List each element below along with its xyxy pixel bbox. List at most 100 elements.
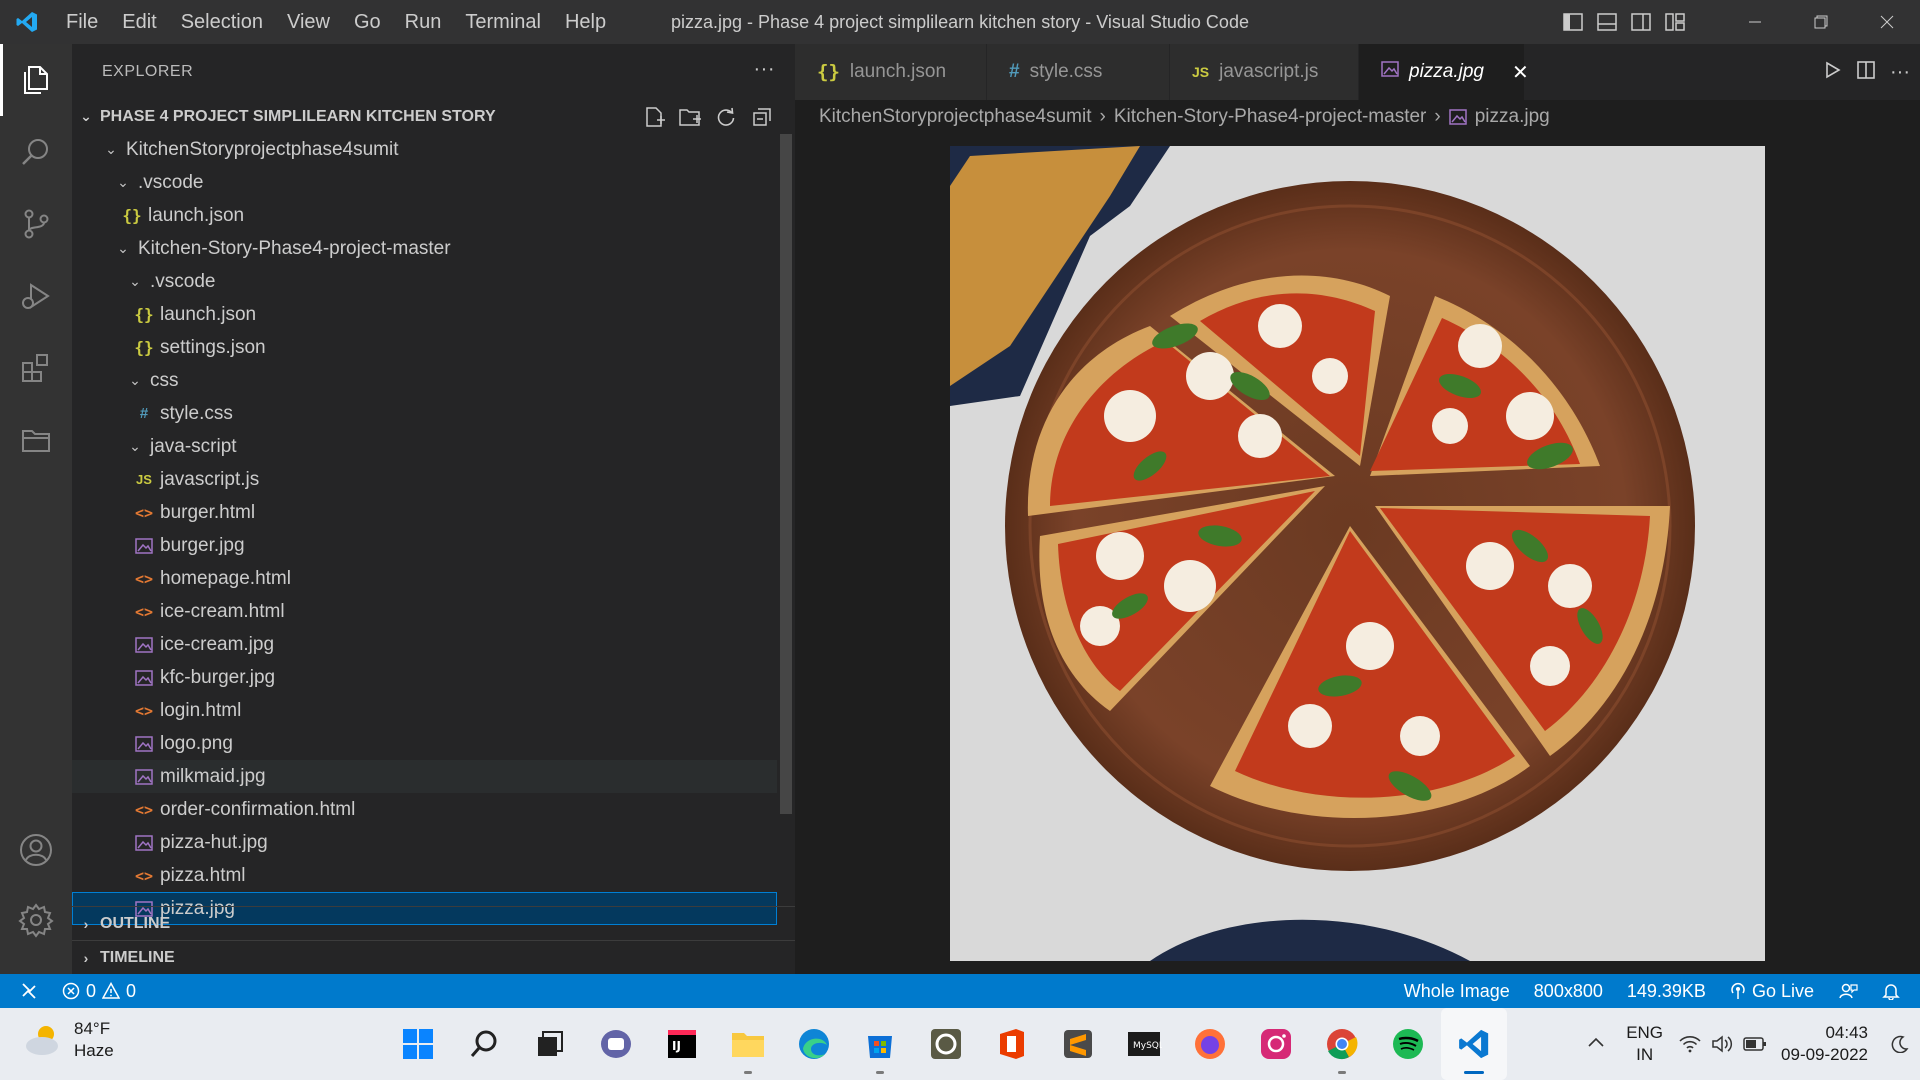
- tab-pizza-jpg[interactable]: pizza.jpg ✕: [1359, 44, 1529, 100]
- tree-file[interactable]: {} settings.json: [72, 331, 777, 364]
- tree-file[interactable]: <> login.html: [72, 694, 777, 727]
- menu-file[interactable]: File: [54, 0, 110, 44]
- refresh-icon[interactable]: [713, 104, 739, 130]
- tree-file[interactable]: pizza-hut.jpg: [72, 826, 777, 859]
- close-icon[interactable]: [1854, 0, 1920, 44]
- battery-icon[interactable]: [1743, 1036, 1767, 1052]
- zoom-status[interactable]: Whole Image: [1392, 974, 1522, 1008]
- tree-file[interactable]: <> order-confirmation.html: [72, 793, 777, 826]
- run-debug-icon[interactable]: [0, 260, 72, 332]
- feedback-icon[interactable]: [1826, 974, 1870, 1008]
- project-section-header[interactable]: ⌄ PHASE 4 PROJECT SIMPLILEARN KITCHEN ST…: [72, 100, 795, 133]
- intellij-icon[interactable]: IJ: [649, 1008, 715, 1080]
- task-view-icon[interactable]: [517, 1008, 583, 1080]
- settings-gear-icon[interactable]: [0, 884, 72, 956]
- chevron-up-icon[interactable]: [1576, 1035, 1616, 1053]
- source-control-icon[interactable]: [0, 188, 72, 260]
- wifi-icon[interactable]: [1679, 1035, 1701, 1053]
- menu-run[interactable]: Run: [393, 0, 454, 44]
- sidebar-scrollbar[interactable]: [780, 134, 792, 814]
- tree-folder[interactable]: ⌄ KitchenStoryprojectphase4sumit: [72, 133, 777, 166]
- tree-folder[interactable]: ⌄ java-script: [72, 430, 777, 463]
- tree-folder[interactable]: ⌄ Kitchen-Story-Phase4-project-master: [72, 232, 777, 265]
- language-indicator[interactable]: ENG IN: [1616, 1022, 1673, 1066]
- tree-file[interactable]: logo.png: [72, 727, 777, 760]
- tree-file[interactable]: # style.css: [72, 397, 777, 430]
- timeline-section-header[interactable]: › TIMELINE: [72, 940, 795, 974]
- app-icon[interactable]: [913, 1008, 979, 1080]
- file-explorer-icon[interactable]: [715, 1008, 781, 1080]
- tab-launch-json[interactable]: {} launch.json: [795, 44, 987, 100]
- tree-folder[interactable]: ⌄ .vscode: [72, 265, 777, 298]
- chrome-icon[interactable]: [1309, 1008, 1375, 1080]
- search-icon[interactable]: [451, 1008, 517, 1080]
- menu-help[interactable]: Help: [553, 0, 618, 44]
- explorer-icon[interactable]: [0, 44, 72, 116]
- tree-folder[interactable]: ⌄ css: [72, 364, 777, 397]
- tree-file[interactable]: <> pizza.html: [72, 859, 777, 892]
- menu-go[interactable]: Go: [342, 0, 393, 44]
- vscode-icon[interactable]: [1441, 1008, 1507, 1080]
- store-icon[interactable]: [847, 1008, 913, 1080]
- new-file-icon[interactable]: [641, 104, 667, 130]
- tree-folder[interactable]: ⌄ .vscode: [72, 166, 777, 199]
- tree-file[interactable]: milkmaid.jpg: [72, 760, 777, 793]
- tree-file[interactable]: kfc-burger.jpg: [72, 661, 777, 694]
- toggle-primary-sidebar-icon[interactable]: [1556, 0, 1590, 44]
- restore-icon[interactable]: [1788, 0, 1854, 44]
- menu-terminal[interactable]: Terminal: [453, 0, 553, 44]
- extensions-icon[interactable]: [0, 332, 72, 404]
- accounts-icon[interactable]: [0, 814, 72, 886]
- more-actions-icon[interactable]: ···: [754, 58, 775, 81]
- menu-selection[interactable]: Selection: [169, 0, 275, 44]
- customize-layout-icon[interactable]: [1658, 0, 1692, 44]
- mysql-icon[interactable]: MySQL: [1111, 1008, 1177, 1080]
- search-icon[interactable]: [0, 116, 72, 188]
- tree-file[interactable]: <> ice-cream.html: [72, 595, 777, 628]
- breadcrumb-item[interactable]: pizza.jpg: [1475, 106, 1550, 128]
- weather-widget[interactable]: 84°F Haze: [24, 1018, 114, 1062]
- json-file-icon: {}: [122, 206, 142, 225]
- office-icon[interactable]: [979, 1008, 1045, 1080]
- tree-file[interactable]: {} launch.json: [72, 298, 777, 331]
- tree-file[interactable]: ice-cream.jpg: [72, 628, 777, 661]
- close-tab-icon[interactable]: ✕: [1512, 60, 1529, 85]
- menu-view[interactable]: View: [275, 0, 342, 44]
- menu-edit[interactable]: Edit: [110, 0, 168, 44]
- notification-moon-icon[interactable]: [1880, 1035, 1920, 1053]
- start-icon[interactable]: [385, 1008, 451, 1080]
- remote-explorer-icon[interactable]: [0, 404, 72, 476]
- instagram-icon[interactable]: [1243, 1008, 1309, 1080]
- teams-chat-icon[interactable]: [583, 1008, 649, 1080]
- toggle-secondary-sidebar-icon[interactable]: [1624, 0, 1658, 44]
- new-folder-icon[interactable]: [677, 104, 703, 130]
- editor-more-icon[interactable]: ···: [1890, 61, 1910, 84]
- run-icon[interactable]: [1822, 60, 1842, 85]
- tab-javascript-js[interactable]: JS javascript.js: [1170, 44, 1359, 100]
- collapse-all-icon[interactable]: [749, 104, 775, 130]
- tab-style-css[interactable]: # style.css: [987, 44, 1170, 100]
- breadcrumb-item[interactable]: Kitchen-Story-Phase4-project-master: [1114, 106, 1427, 128]
- tree-file[interactable]: {} launch.json: [72, 199, 777, 232]
- toggle-panel-icon[interactable]: [1590, 0, 1624, 44]
- clock[interactable]: 04:43 09-09-2022: [1773, 1022, 1880, 1066]
- notifications-bell-icon[interactable]: [1870, 974, 1920, 1008]
- breadcrumb-item[interactable]: KitchenStoryprojectphase4sumit: [819, 106, 1091, 128]
- image-file-icon: [132, 636, 156, 653]
- remote-indicator-icon[interactable]: [0, 974, 50, 1008]
- image-file-icon: [132, 768, 156, 785]
- volume-icon[interactable]: [1711, 1035, 1733, 1053]
- tree-file[interactable]: <> homepage.html: [72, 562, 777, 595]
- edge-icon[interactable]: [781, 1008, 847, 1080]
- sublime-icon[interactable]: [1045, 1008, 1111, 1080]
- outline-section-header[interactable]: › OUTLINE: [72, 906, 795, 940]
- problems-indicator[interactable]: 0 0: [50, 974, 148, 1008]
- go-live-button[interactable]: Go Live: [1718, 974, 1826, 1008]
- tree-file[interactable]: burger.jpg: [72, 529, 777, 562]
- minimize-icon[interactable]: [1722, 0, 1788, 44]
- split-editor-icon[interactable]: [1856, 60, 1876, 85]
- spotify-icon[interactable]: [1375, 1008, 1441, 1080]
- tree-file[interactable]: <> burger.html: [72, 496, 777, 529]
- firefox-icon[interactable]: [1177, 1008, 1243, 1080]
- tree-file[interactable]: JS javascript.js: [72, 463, 777, 496]
